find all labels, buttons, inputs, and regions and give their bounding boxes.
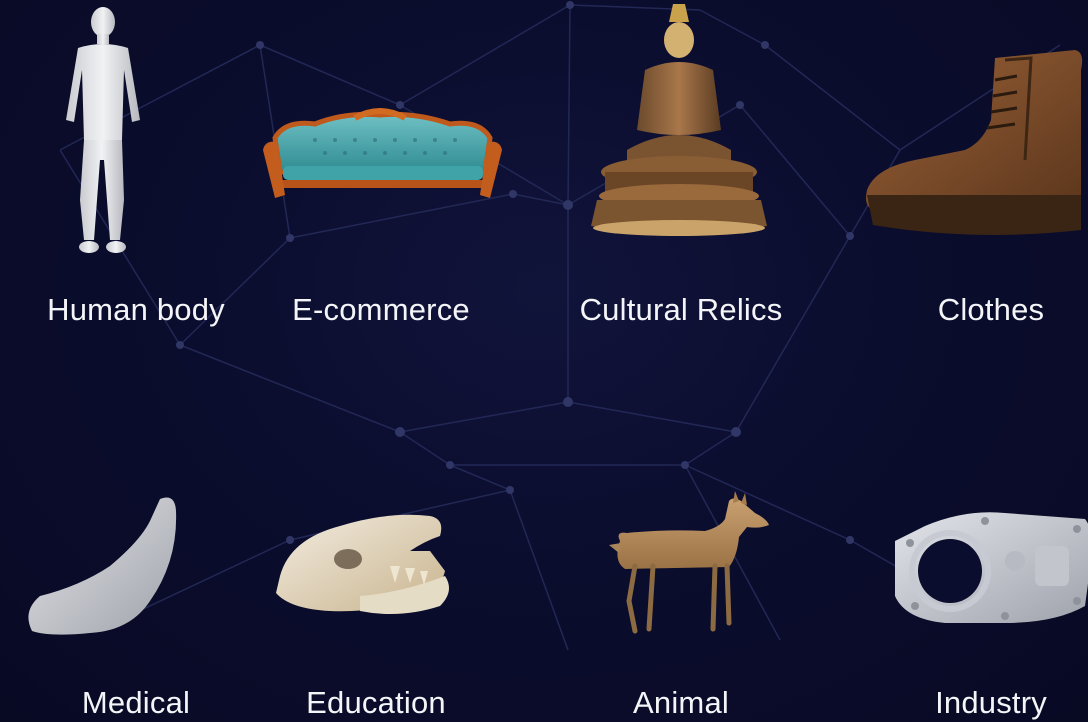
- category-showcase: Human body E-commerce Cultural Relics Cl…: [0, 0, 1088, 722]
- sofa-model-icon: [263, 108, 502, 198]
- category-education[interactable]: Education: [240, 361, 512, 722]
- category-medical[interactable]: Medical: [0, 361, 272, 722]
- foot-model-icon: [28, 497, 177, 635]
- category-label: Clothes: [937, 292, 1045, 327]
- human-body-model-icon: [66, 7, 140, 253]
- category-clothes[interactable]: Clothes: [855, 0, 1088, 361]
- deer-model-icon: [609, 491, 769, 634]
- skull-model-icon: [276, 514, 449, 615]
- gear-housing-model-icon: [895, 512, 1088, 623]
- category-label: Human body: [47, 292, 225, 327]
- category-label: E-commerce: [292, 292, 470, 327]
- boot-model-icon: [866, 50, 1083, 235]
- category-cultural-relics[interactable]: Cultural Relics: [545, 0, 817, 361]
- category-label: Animal: [633, 685, 729, 720]
- category-label: Education: [306, 685, 446, 720]
- category-human-body[interactable]: Human body: [0, 0, 272, 361]
- category-label: Medical: [81, 685, 191, 720]
- category-animal[interactable]: Animal: [545, 361, 817, 722]
- category-label: Cultural Relics: [579, 292, 783, 327]
- buddha-statue-icon: [591, 4, 767, 236]
- category-industry[interactable]: Industry: [855, 361, 1088, 722]
- category-e-commerce[interactable]: E-commerce: [245, 0, 517, 361]
- category-label: Industry: [935, 685, 1047, 720]
